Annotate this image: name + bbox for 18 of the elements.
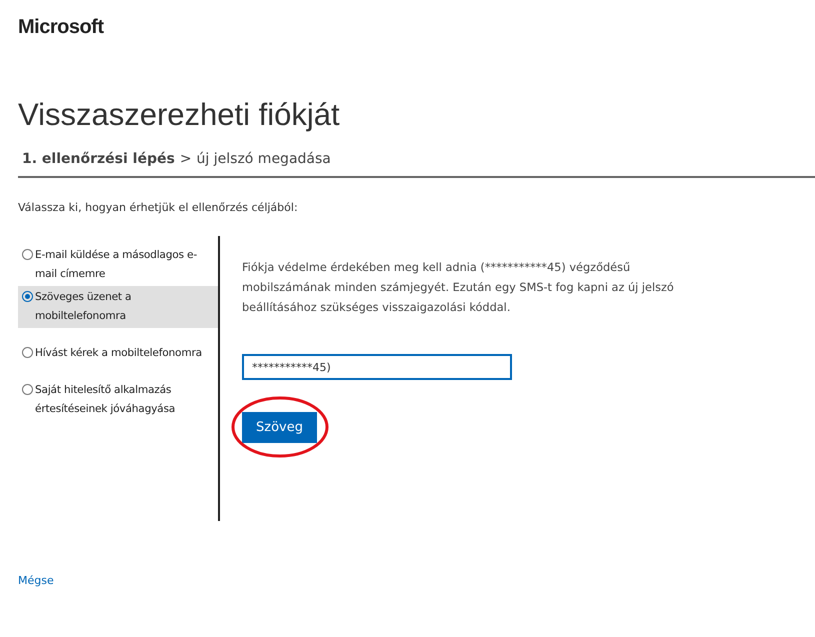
- description-text: Fiókja védelme érdekében meg kell adnia (***********45) végződésű mobilszámának minden számjegyét. Ezután egy SMS-t fog kapni az új jelszó beállításához szükséges visszaigazolási kóddal.: [242, 260, 675, 316]
- verification-option[interactable]: Hívást kérek a mobiltelefonomra: [18, 342, 218, 365]
- cancel-link[interactable]: Mégse: [18, 574, 54, 587]
- submit-button[interactable]: Szöveg: [242, 412, 317, 443]
- verification-option[interactable]: E-mail küldése a másodlagos e-mail címemre: [18, 244, 218, 286]
- verification-option[interactable]: Saját hitelesítő alkalmazás értesítéseinek jóváhagyása: [18, 379, 218, 421]
- radio-button[interactable]: [22, 291, 33, 302]
- logo: Microsoft: [18, 16, 104, 39]
- radio-button[interactable]: [22, 249, 33, 260]
- next-step: új jelszó megadása: [196, 151, 331, 167]
- radio-button[interactable]: [22, 347, 33, 358]
- page-title: Visszaszerezheti fiókját: [18, 97, 340, 133]
- verification-option[interactable]: Szöveges üzenet a mobiltelefonomra: [18, 286, 218, 328]
- phone-input-field[interactable]: ***********45): [242, 354, 512, 380]
- radio-button[interactable]: [22, 384, 33, 395]
- current-step: 1. ellenőrzési lépés: [22, 151, 175, 167]
- step-separator: >: [180, 151, 192, 167]
- instruction-text: Válassza ki, hogyan érhetjük el ellenőrzés céljából:: [18, 201, 298, 214]
